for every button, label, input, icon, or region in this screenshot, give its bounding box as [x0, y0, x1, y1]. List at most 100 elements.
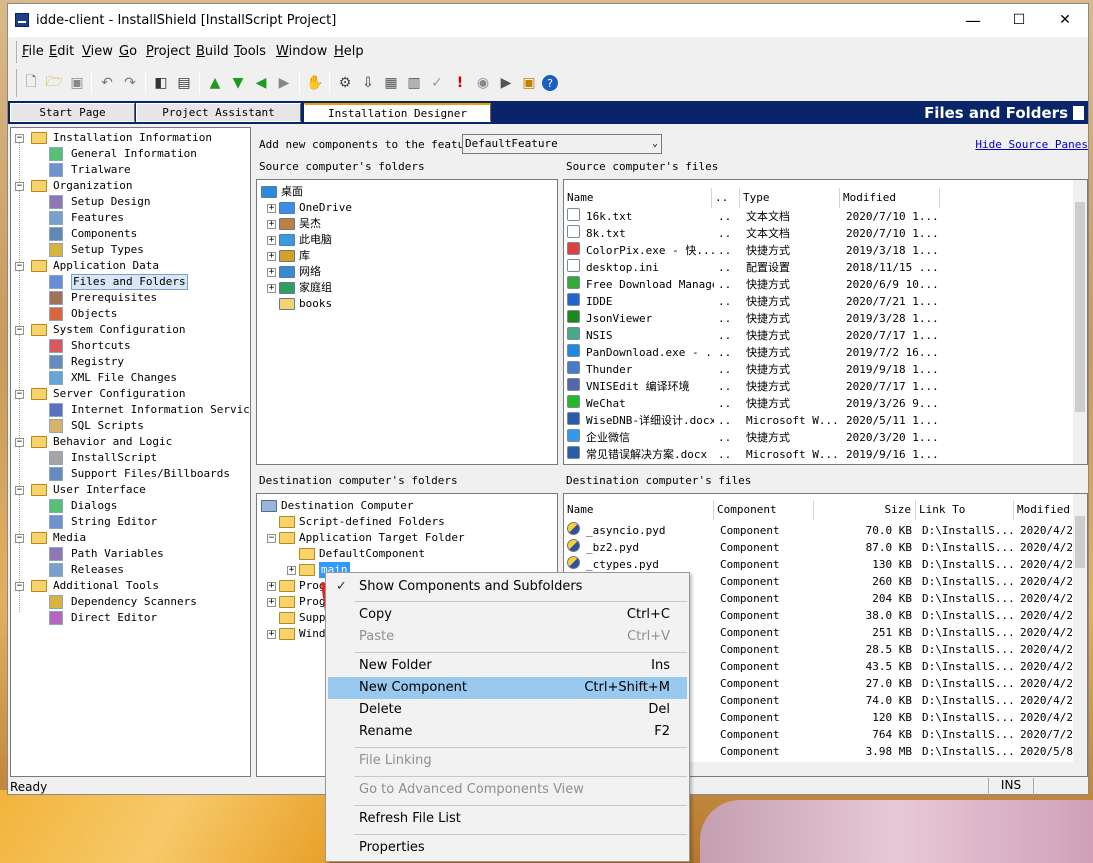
source-file-row[interactable]: IDDE.. 快捷方式 2020/7/21 1... — [564, 293, 1074, 310]
column-header-type[interactable]: Type — [740, 188, 840, 208]
source-file-row[interactable]: VNISEdit 编译环境.. 快捷方式 2020/7/17 1... — [564, 378, 1074, 395]
source-file-row[interactable]: 16k.txt.. 文本文档 2020/7/10 1... — [564, 208, 1074, 225]
source-file-row[interactable]: PanDownload.exe - ..... 快捷方式 2019/7/2 16..… — [564, 344, 1074, 361]
collapse-box-icon[interactable]: − — [15, 182, 24, 191]
stop-icon[interactable]: ! — [450, 73, 470, 93]
column-header-component[interactable]: Component — [714, 500, 814, 520]
expand-box-icon[interactable]: + — [267, 220, 276, 229]
arrow-left-icon[interactable]: ◀ — [251, 73, 271, 93]
feature-select[interactable]: DefaultFeature ⌄ — [462, 134, 662, 154]
help-icon[interactable]: ? — [542, 75, 558, 91]
column-header-link-to[interactable]: Link To — [916, 500, 1014, 520]
expand-box-icon[interactable]: + — [267, 630, 276, 639]
scrollbar-thumb[interactable] — [1075, 516, 1085, 568]
redo-icon[interactable]: ↷ — [120, 73, 140, 93]
collapse-box-icon[interactable]: − — [15, 262, 24, 271]
expand-box-icon[interactable]: + — [267, 582, 276, 591]
column-header-size[interactable]: Size — [814, 500, 916, 520]
menu-item-rename[interactable]: Rename F2 — [328, 721, 687, 743]
dest-file-row[interactable]: _bz2.pyd Component 87.0 KB D:\InstallS... 20… — [564, 539, 1084, 556]
menu-build[interactable]: Build — [196, 44, 229, 59]
source-files-scrollbar[interactable] — [1073, 180, 1087, 464]
expand-box-icon[interactable]: − — [267, 534, 276, 543]
dest-files-scrollbar[interactable] — [1073, 494, 1087, 762]
column-header-dots[interactable]: .. — [712, 188, 740, 208]
source-file-row[interactable]: 常见错误解决方案.docx.. Microsoft W... 2019/9/16 1… — [564, 446, 1074, 463]
source-file-row[interactable]: WiseDNB-详细设计.docx.. Microsoft W... 2020/5/… — [564, 412, 1074, 429]
source-file-row[interactable]: Thunder.. 快捷方式 2019/9/18 1... — [564, 361, 1074, 378]
menu-item-new-component[interactable]: New Component Ctrl+Shift+M — [328, 677, 687, 699]
undo-icon[interactable]: ↶ — [97, 73, 117, 93]
menu-item-refresh-file-list[interactable]: Refresh File List — [328, 808, 687, 830]
hand-icon[interactable]: ✋ — [305, 73, 325, 93]
source-file-row[interactable]: desktop.ini.. 配置设置 2018/11/15 ... — [564, 259, 1074, 276]
source-file-row[interactable]: 8k.txt.. 文本文档 2020/7/10 1... — [564, 225, 1074, 242]
expand-box-icon[interactable]: + — [267, 268, 276, 277]
collapse-box-icon[interactable]: − — [15, 438, 24, 447]
source-file-row[interactable]: WeChat.. 快捷方式 2019/3/26 9... — [564, 395, 1074, 412]
tab-start-page[interactable]: Start Page — [10, 103, 135, 122]
package-icon[interactable]: ▣ — [519, 73, 539, 93]
source-file-row[interactable]: Free Download Manager.. 快捷方式 2020/6/9 10..… — [564, 276, 1074, 293]
collapse-box-icon[interactable]: − — [15, 326, 24, 335]
arrow-up-icon[interactable]: ▲ — [205, 73, 225, 93]
menu-help[interactable]: Help — [334, 44, 364, 59]
compile-icon[interactable]: ⇩ — [358, 73, 378, 93]
column-header-modified[interactable]: Modified — [840, 188, 940, 208]
menu-window[interactable]: Window — [276, 44, 327, 59]
collapse-box-icon[interactable]: − — [15, 534, 24, 543]
source-file-row[interactable]: 企业微信.. 快捷方式 2020/3/20 1... — [564, 429, 1074, 446]
dest-file-row[interactable]: _ctypes.pyd Component 130 KB D:\InstallS...… — [564, 556, 1084, 573]
source-file-row[interactable]: ColorPix.exe - 快..... 快捷方式 2019/3/18 1... — [564, 242, 1074, 259]
arrow-right-icon[interactable]: ▶ — [274, 73, 294, 93]
tab-installation-designer[interactable]: Installation Designer — [304, 103, 491, 122]
debug-icon[interactable]: ◉ — [473, 73, 493, 93]
menu-item-show-components-and-subfolders[interactable]: ✓ Show Components and Subfolders — [328, 576, 687, 598]
tab-project-assistant[interactable]: Project Assistant — [136, 103, 301, 122]
collapse-box-icon[interactable]: − — [15, 390, 24, 399]
close-button[interactable]: ✕ — [1042, 4, 1088, 37]
scrollbar-thumb[interactable] — [1075, 202, 1085, 412]
build-icon[interactable]: ⚙ — [335, 73, 355, 93]
source-file-row[interactable]: JsonViewer.. 快捷方式 2019/3/28 1... — [564, 310, 1074, 327]
menu-item-label: New Folder — [359, 658, 432, 673]
run-icon[interactable]: ▶ — [496, 73, 516, 93]
view-pane-left-icon[interactable]: ◧ — [151, 73, 171, 93]
collapse-box-icon[interactable]: − — [15, 486, 24, 495]
menu-item-new-folder[interactable]: New Folder Ins — [328, 655, 687, 677]
check-icon[interactable]: ✓ — [427, 73, 447, 93]
hide-source-panes-link[interactable]: Hide Source Panes — [975, 138, 1088, 151]
maximize-button[interactable]: ☐ — [996, 4, 1042, 37]
dest-file-row[interactable]: _asyncio.pyd Component 70.0 KB D:\InstallS.… — [564, 522, 1084, 539]
release-icon[interactable]: ▥ — [404, 73, 424, 93]
expand-box-icon[interactable]: + — [267, 236, 276, 245]
menu-item-delete[interactable]: Delete Del — [328, 699, 687, 721]
expand-box-icon[interactable]: + — [267, 284, 276, 293]
save-icon[interactable]: ▣ — [67, 73, 87, 93]
menu-file[interactable]: File — [22, 44, 44, 59]
open-folder-icon[interactable]: 🗁 — [44, 73, 64, 93]
arrow-down-icon[interactable]: ▼ — [228, 73, 248, 93]
menu-edit[interactable]: Edit — [49, 44, 74, 59]
expand-box-icon[interactable]: + — [267, 252, 276, 261]
minimize-button[interactable]: — — [950, 4, 996, 37]
tree-item-label: Dependency Scanners — [71, 595, 197, 608]
file-dots: .. — [718, 431, 732, 444]
collapse-box-icon[interactable]: − — [15, 134, 24, 143]
expand-box-icon[interactable]: + — [267, 598, 276, 607]
expand-box-icon[interactable]: + — [287, 566, 296, 575]
menu-item-properties[interactable]: Properties — [328, 837, 687, 859]
menu-item-copy[interactable]: Copy Ctrl+C — [328, 604, 687, 626]
column-header-name[interactable]: Name — [564, 188, 712, 208]
menu-tools[interactable]: Tools — [234, 44, 266, 59]
view-pane-icon[interactable]: ▤ — [174, 73, 194, 93]
expand-box-icon[interactable]: + — [267, 204, 276, 213]
collapse-box-icon[interactable]: − — [15, 582, 24, 591]
menu-view[interactable]: View — [82, 44, 113, 59]
media-icon[interactable]: ▦ — [381, 73, 401, 93]
menu-go[interactable]: Go — [119, 44, 137, 59]
menu-project[interactable]: Project — [146, 44, 191, 59]
source-file-row[interactable]: NSIS.. 快捷方式 2020/7/17 1... — [564, 327, 1074, 344]
column-header-name[interactable]: Name — [564, 500, 714, 520]
new-file-icon[interactable]: 🗋 — [21, 73, 41, 93]
